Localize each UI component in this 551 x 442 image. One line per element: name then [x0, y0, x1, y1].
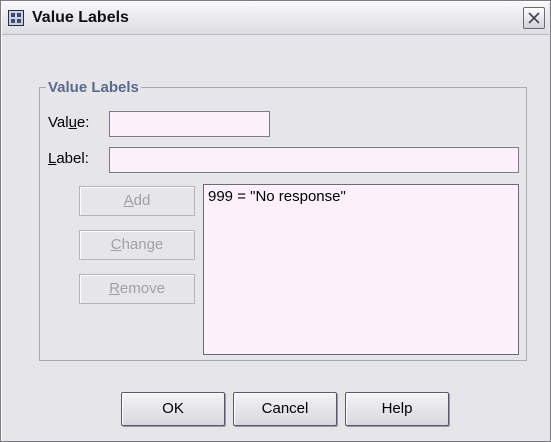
- group-legend: Value Labels: [48, 79, 139, 96]
- add-button[interactable]: Add: [79, 186, 195, 216]
- remove-button[interactable]: Remove: [79, 274, 195, 304]
- label-input[interactable]: [109, 147, 519, 173]
- help-button[interactable]: Help: [345, 392, 449, 426]
- value-input[interactable]: [109, 111, 270, 137]
- close-icon: [528, 12, 540, 24]
- ok-button[interactable]: OK: [121, 392, 225, 426]
- title-bar[interactable]: Value Labels: [2, 2, 549, 35]
- spreadsheet-icon: [8, 10, 24, 26]
- change-button[interactable]: Change: [79, 230, 195, 260]
- value-labels-dialog: Value Labels Value Labels Value: Label: …: [0, 0, 551, 442]
- dialog-title: Value Labels: [32, 9, 129, 26]
- value-field-label: Value:: [48, 114, 90, 131]
- cancel-button[interactable]: Cancel: [233, 392, 337, 426]
- close-button[interactable]: [523, 7, 545, 29]
- value-labels-list[interactable]: 999 = "No response": [203, 184, 519, 355]
- list-item[interactable]: 999 = "No response": [204, 185, 518, 205]
- label-field-label: Label:: [48, 150, 89, 167]
